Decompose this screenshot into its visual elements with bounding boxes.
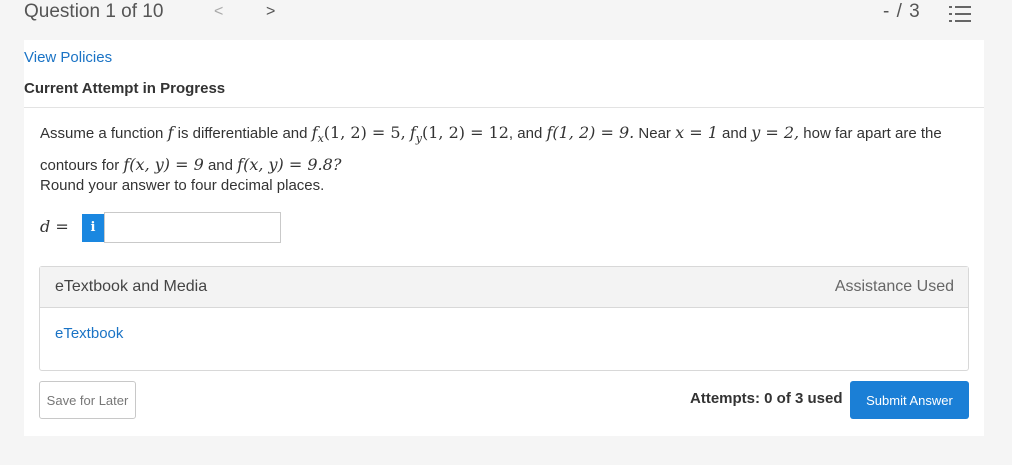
info-button[interactable]: i [82,214,104,242]
question-score: - / 3 [883,1,921,22]
etextbook-media-box: eTextbook and Media Assistance Used eTex… [39,266,969,371]
rounding-instruction: Round your answer to four decimal places… [40,177,325,194]
media-header[interactable]: eTextbook and Media Assistance Used [40,267,968,308]
assistance-used-label: Assistance Used [834,278,954,295]
save-for-later-button[interactable]: Save for Later [39,381,136,419]
submit-answer-button[interactable]: Submit Answer [850,381,969,419]
attempt-heading: Current Attempt in Progress [24,80,226,97]
previous-question-button[interactable]: < [214,3,223,21]
question-counter: Question 1 of 10 [24,1,164,22]
media-title: eTextbook and Media [55,278,208,295]
top-bar: Question 1 of 10 < > - / 3 [0,0,1012,28]
view-policies-link[interactable]: View Policies [24,49,112,66]
attempts-counter: Attempts: 0 of 3 used [690,390,843,407]
etextbook-link[interactable]: eTextbook [55,325,123,342]
question-panel: View Policies Current Attempt in Progres… [24,40,984,436]
answer-label: d = [40,217,69,236]
fy-expression: fy [409,123,422,146]
answer-input[interactable] [104,212,281,243]
list-icon[interactable] [949,4,971,24]
divider [24,107,984,108]
question-text: Assume a function f is differentiable an… [40,123,942,175]
next-question-button[interactable]: > [266,3,275,21]
fx-expression: fx [311,123,324,146]
